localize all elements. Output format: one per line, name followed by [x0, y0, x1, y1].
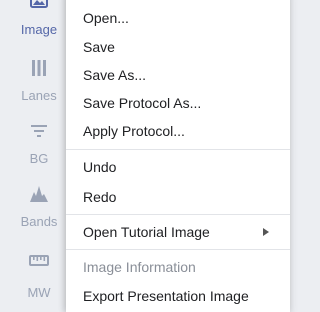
menu-item-export-presentation-image[interactable]: Export Presentation Image	[66, 282, 290, 310]
lanes-icon	[32, 60, 46, 76]
menu-item-label: Undo	[83, 159, 117, 175]
image-icon	[30, 0, 48, 8]
menu-item-label: Save As...	[83, 67, 147, 83]
menu-item-redo[interactable]: Redo	[66, 183, 290, 211]
menu-item-open[interactable]: Open...	[66, 4, 290, 32]
file-menu: Open... Save Save As... Save Protocol As…	[66, 0, 290, 312]
menu-item-label: Save Protocol As...	[83, 95, 202, 111]
menu-item-label: Image Information	[83, 259, 196, 275]
menu-item-open-tutorial-image[interactable]: Open Tutorial Image	[66, 218, 290, 246]
ruler-icon	[29, 255, 49, 266]
filter-icon	[31, 125, 47, 137]
menu-separator	[66, 149, 290, 150]
menu-item-label: Export Presentation Image	[83, 288, 249, 304]
menu-item-apply-protocol[interactable]: Apply Protocol...	[66, 117, 290, 145]
menu-item-save-as[interactable]: Save As...	[66, 61, 290, 89]
menu-item-label: Open...	[83, 10, 129, 26]
menu-separator	[66, 214, 290, 215]
menu-item-image-information: Image Information	[66, 253, 290, 281]
menu-item-label: Apply Protocol...	[83, 123, 185, 139]
menu-item-label: Open Tutorial Image	[83, 224, 210, 240]
menu-item-save-protocol-as[interactable]: Save Protocol As...	[66, 89, 290, 117]
bands-icon	[30, 186, 48, 202]
submenu-arrow-icon	[263, 228, 269, 236]
menu-item-save[interactable]: Save	[66, 33, 290, 61]
menu-item-undo[interactable]: Undo	[66, 153, 290, 181]
menu-item-label: Redo	[83, 189, 117, 205]
menu-item-label: Save	[83, 39, 115, 55]
menu-separator	[66, 249, 290, 250]
